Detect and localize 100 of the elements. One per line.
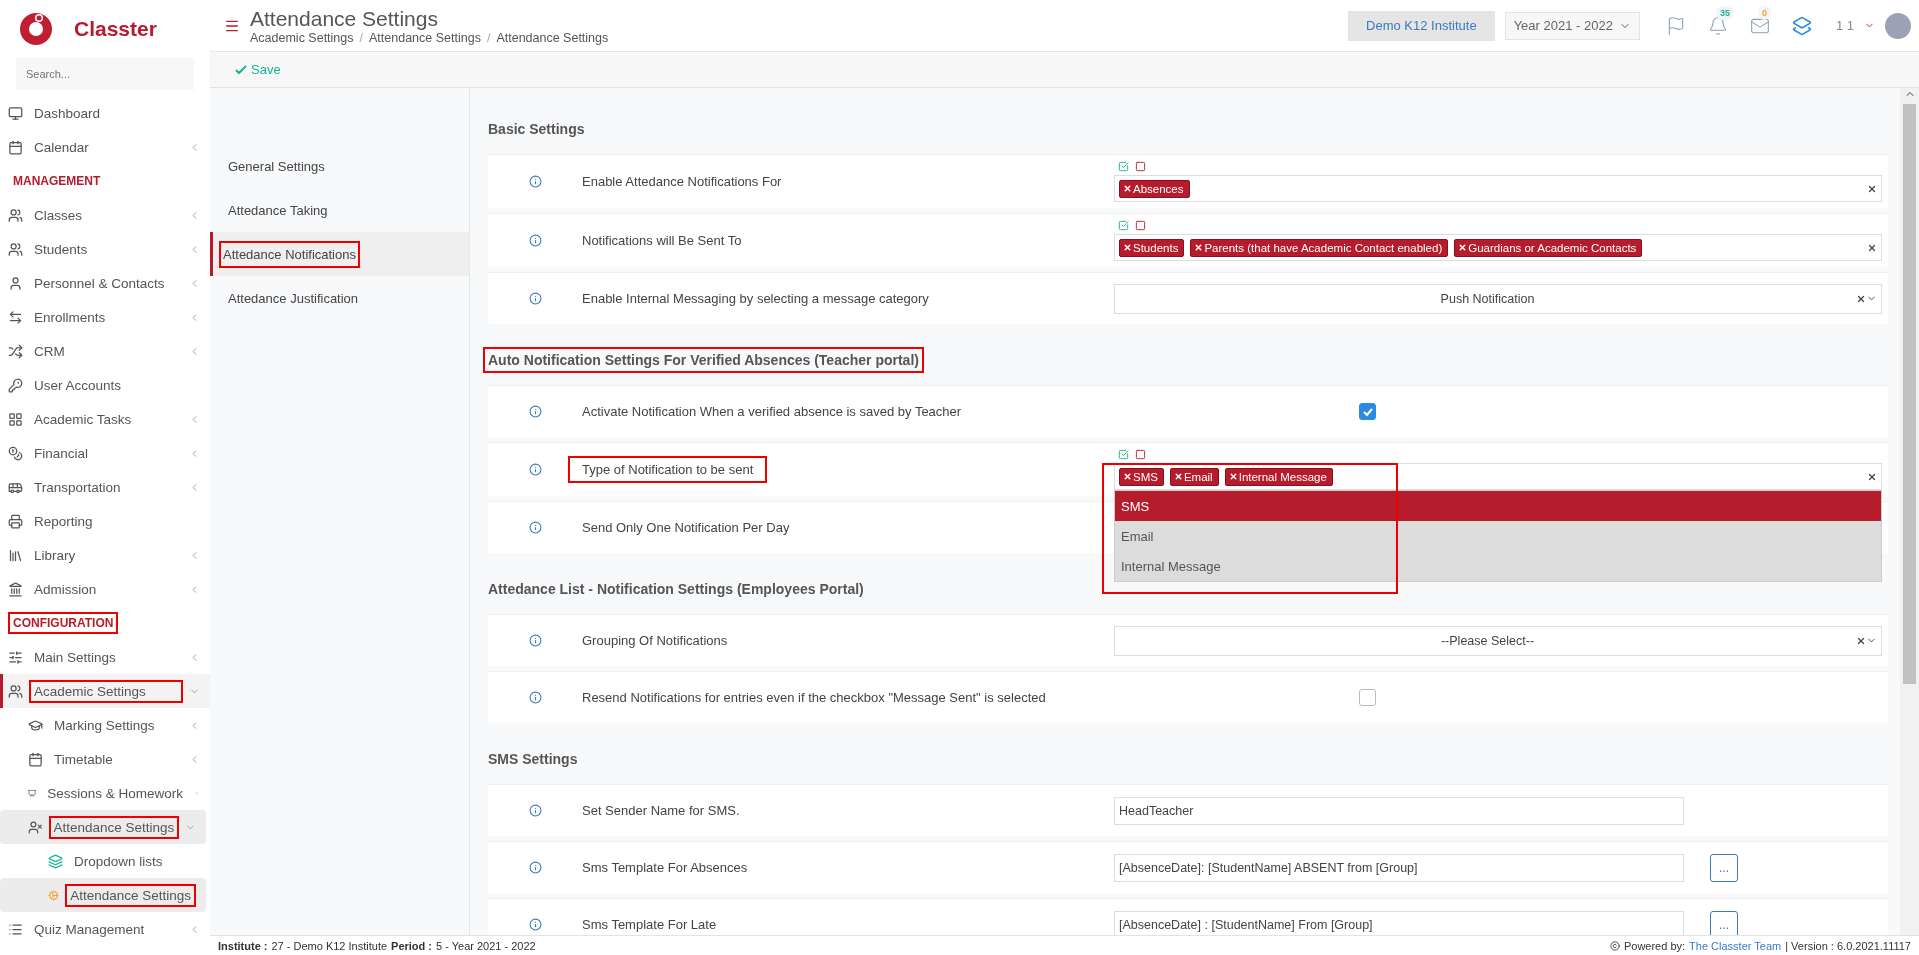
select-all-icon[interactable] bbox=[1118, 161, 1129, 172]
settings-tab[interactable]: Attedance Justification bbox=[210, 276, 469, 320]
dropdown-option[interactable]: Internal Message bbox=[1115, 551, 1881, 581]
remove-icon[interactable] bbox=[1194, 243, 1204, 252]
breadcrumb-separator: / bbox=[359, 30, 363, 45]
sidebar-item[interactable]: Main Settings bbox=[0, 640, 210, 674]
settings-tab[interactable]: Attedance Notifications bbox=[210, 232, 469, 276]
tag[interactable]: Internal Message bbox=[1224, 467, 1333, 486]
breadcrumb-link[interactable]: Academic Settings bbox=[250, 30, 354, 45]
sidebar-item[interactable]: Admission bbox=[0, 572, 210, 606]
clear-icon[interactable] bbox=[1867, 183, 1877, 194]
info-icon[interactable] bbox=[528, 521, 542, 534]
sidebar-item[interactable]: Dropdown lists bbox=[0, 844, 210, 878]
sidebar-item[interactable]: Enrollments bbox=[0, 300, 210, 334]
dropdown-option[interactable]: Email bbox=[1115, 521, 1881, 551]
remove-icon[interactable] bbox=[1458, 243, 1468, 252]
check-icon bbox=[234, 62, 248, 77]
clear-icon[interactable] bbox=[1867, 471, 1877, 482]
sidebar-item[interactable]: Transportation bbox=[0, 470, 210, 504]
input-field[interactable]: [AbsenceDate]: [StudentName] ABSENT from [Group] bbox=[1114, 853, 1684, 882]
more-button[interactable]: ... bbox=[1710, 853, 1738, 882]
info-icon[interactable] bbox=[528, 234, 542, 247]
checkbox[interactable] bbox=[1359, 689, 1376, 706]
checkbox[interactable] bbox=[1359, 403, 1376, 420]
sidebar-item[interactable]: Marking Settings bbox=[0, 708, 210, 742]
settings-tab[interactable]: Attedance Taking bbox=[210, 188, 469, 232]
select-field[interactable]: Push Notification bbox=[1114, 283, 1882, 314]
tag[interactable]: Absences bbox=[1119, 179, 1190, 198]
user-icon bbox=[8, 275, 23, 291]
info-icon[interactable] bbox=[528, 292, 542, 305]
institute-button[interactable]: Demo K12 Institute bbox=[1348, 10, 1495, 41]
sidebar-item[interactable]: Timetable bbox=[0, 742, 210, 776]
tag[interactable]: SMS bbox=[1119, 467, 1164, 486]
year-select[interactable]: Year 2021 - 2022 bbox=[1504, 11, 1640, 40]
sidebar-item[interactable]: Reporting bbox=[0, 504, 210, 538]
sidebar-item[interactable]: Library bbox=[0, 538, 210, 572]
bell-icon[interactable] bbox=[1707, 15, 1728, 36]
tag[interactable]: Parents (that have Academic Contact enabled) bbox=[1190, 238, 1449, 257]
sidebar-item[interactable]: Financial bbox=[0, 436, 210, 470]
sidebar-item[interactable]: Attendance Settings bbox=[0, 810, 206, 844]
user-name[interactable]: 1 1 bbox=[1835, 18, 1854, 33]
deselect-all-icon[interactable] bbox=[1135, 449, 1146, 460]
info-icon[interactable] bbox=[528, 804, 542, 817]
remove-icon[interactable] bbox=[1228, 472, 1238, 481]
clear-icon[interactable] bbox=[1867, 242, 1877, 253]
dropdown-option[interactable]: SMS bbox=[1115, 491, 1881, 521]
info-icon[interactable] bbox=[528, 861, 542, 874]
section-title: Attedance List - Notification Settings (Employees Portal) bbox=[487, 580, 865, 599]
sidebar-item[interactable]: Academic Settings bbox=[0, 674, 210, 708]
info-icon[interactable] bbox=[528, 405, 542, 418]
scrollbar-thumb[interactable] bbox=[1903, 104, 1916, 684]
info-icon[interactable] bbox=[528, 175, 542, 188]
sidebar-item[interactable]: Attendance Settings bbox=[0, 878, 206, 912]
calendar-icon bbox=[8, 139, 23, 155]
sidebar-item[interactable]: Sessions & Homework bbox=[0, 776, 210, 810]
search-field[interactable]: Search... bbox=[16, 58, 194, 90]
tag[interactable]: Email bbox=[1169, 467, 1219, 486]
clear-icon[interactable] bbox=[1856, 635, 1866, 646]
gear-icon bbox=[48, 887, 60, 903]
select-field[interactable]: --Please Select-- bbox=[1114, 625, 1882, 656]
settings-tab[interactable]: General Settings bbox=[210, 144, 469, 188]
team-link[interactable]: The Classter Team bbox=[1689, 939, 1782, 952]
sidebar-item[interactable]: Calendar bbox=[0, 130, 210, 164]
breadcrumb-link[interactable]: Attendance Settings bbox=[496, 30, 609, 45]
avatar[interactable] bbox=[1885, 12, 1911, 39]
select-all-icon[interactable] bbox=[1118, 220, 1129, 231]
tag-field[interactable]: Absences bbox=[1114, 175, 1882, 202]
more-button[interactable]: ... bbox=[1710, 910, 1738, 935]
input-field[interactable]: HeadTeacher bbox=[1114, 796, 1684, 825]
remove-icon[interactable] bbox=[1123, 472, 1132, 481]
footer-label: Institute : bbox=[218, 939, 268, 952]
remove-icon[interactable] bbox=[1173, 472, 1183, 481]
info-icon[interactable] bbox=[528, 634, 542, 647]
deselect-all-icon[interactable] bbox=[1135, 161, 1146, 172]
remove-icon[interactable] bbox=[1123, 184, 1132, 193]
footer-text: 27 - Demo K12 Institute bbox=[271, 939, 388, 952]
sidebar-item[interactable]: Personnel & Contacts bbox=[0, 266, 210, 300]
tag-field[interactable]: Students Parents (that have Academic Contact enabled) Guardians or Academic Contacts bbox=[1114, 234, 1882, 261]
layers-add-icon[interactable] bbox=[1791, 15, 1812, 36]
message-count: 0 bbox=[1757, 5, 1771, 20]
sidebar-item[interactable]: User Accounts bbox=[0, 368, 210, 402]
info-icon[interactable] bbox=[528, 463, 542, 476]
select-all-icon[interactable] bbox=[1118, 449, 1129, 460]
people-icon bbox=[8, 683, 23, 699]
tag[interactable]: Students bbox=[1119, 238, 1185, 257]
info-icon[interactable] bbox=[528, 918, 542, 931]
input-field[interactable]: [AbsenceDate] : [StudentName] From [Group] bbox=[1114, 910, 1684, 935]
breadcrumb-link[interactable]: Attendance Settings bbox=[369, 30, 481, 45]
remove-icon[interactable] bbox=[1123, 243, 1132, 252]
sidebar-item[interactable]: Dashboard bbox=[0, 96, 210, 130]
sidebar-item[interactable]: Students bbox=[0, 232, 210, 266]
sidebar-item[interactable]: Classes bbox=[0, 198, 210, 232]
setting-label: Sms Template For Late bbox=[581, 916, 718, 934]
deselect-all-icon[interactable] bbox=[1135, 220, 1146, 231]
clear-icon[interactable] bbox=[1856, 293, 1866, 304]
sidebar-item[interactable]: Quiz Management bbox=[0, 912, 210, 946]
sidebar-item[interactable]: CRM bbox=[0, 334, 210, 368]
sidebar-item[interactable]: Academic Tasks bbox=[0, 402, 210, 436]
tag[interactable]: Guardians or Academic Contacts bbox=[1454, 238, 1643, 257]
info-icon[interactable] bbox=[528, 691, 542, 704]
